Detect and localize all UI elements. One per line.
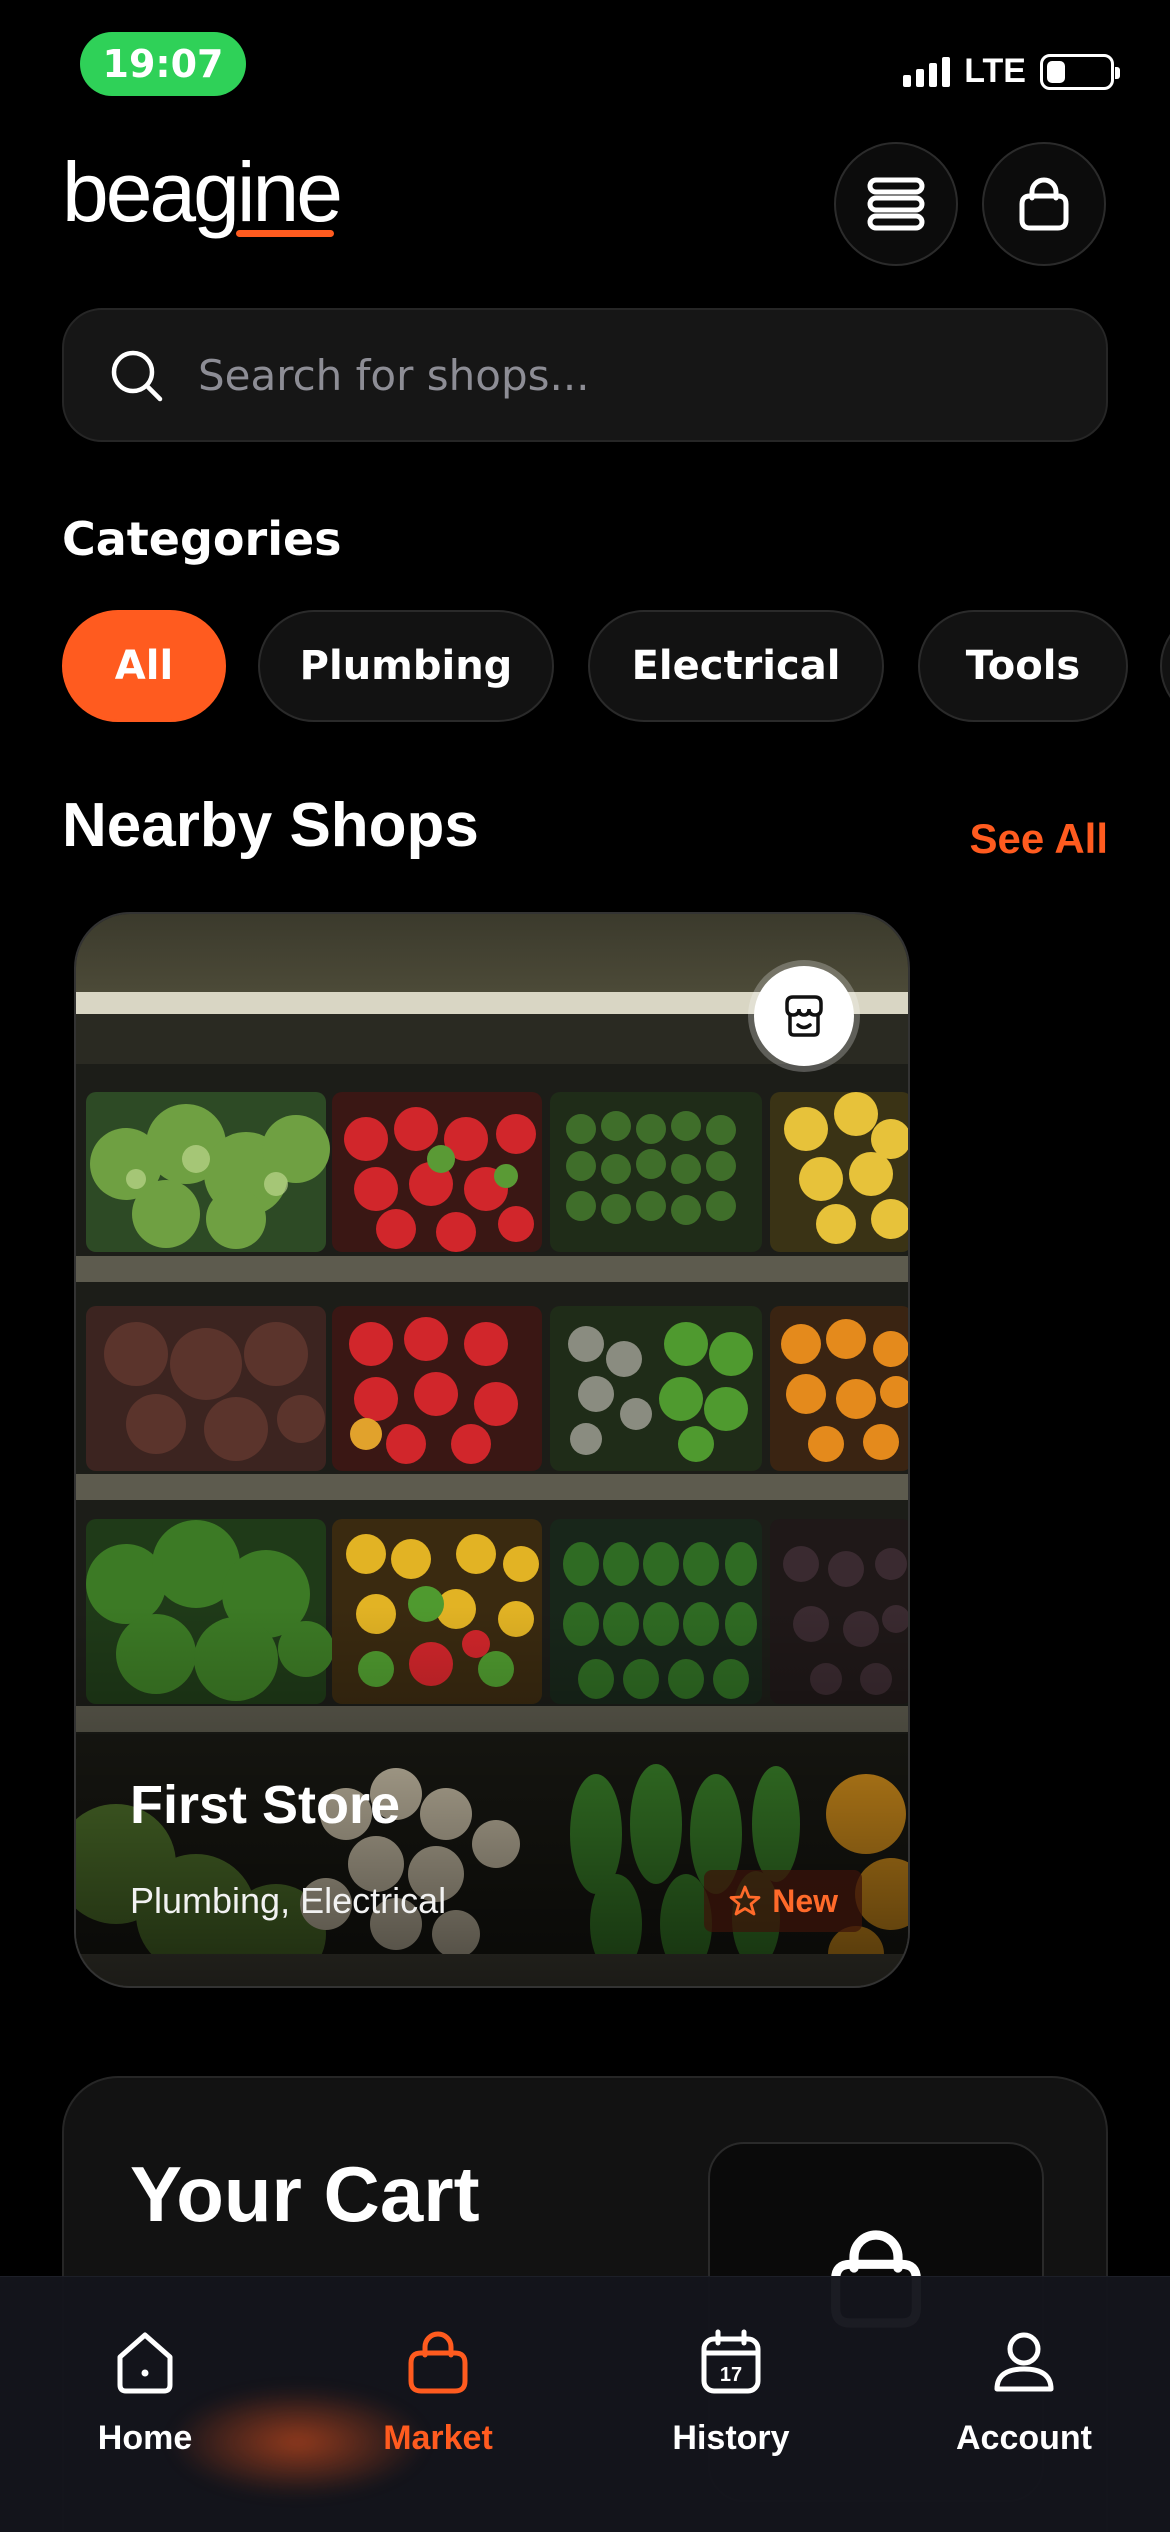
category-chip-more[interactable]: [1160, 610, 1170, 722]
nav-market-label: Market: [383, 2419, 493, 2457]
nav-history[interactable]: 17 History: [631, 2327, 831, 2458]
category-chip-tools[interactable]: Tools: [918, 610, 1128, 722]
shopping-bag-icon: [408, 2331, 468, 2394]
bottom-nav: Home Market 17 History Account: [0, 2276, 1170, 2532]
search-input[interactable]: [198, 350, 1106, 400]
nav-home[interactable]: Home: [45, 2327, 245, 2458]
store-badge: [754, 966, 854, 1066]
home-icon: [117, 2332, 173, 2394]
shopping-bag-icon: [1019, 177, 1069, 231]
cart-button[interactable]: [982, 142, 1106, 266]
category-chip-plumbing[interactable]: Plumbing: [258, 610, 554, 722]
menu-button[interactable]: [834, 142, 958, 266]
status-indicators: LTE: [903, 52, 1120, 91]
categories-title: Categories: [62, 512, 342, 566]
nav-history-label: History: [672, 2419, 790, 2457]
see-all-link[interactable]: See All: [969, 815, 1108, 863]
nav-account[interactable]: Account: [924, 2327, 1124, 2458]
shop-tags: Plumbing, Electrical: [130, 1880, 447, 1921]
battery-icon: [1040, 53, 1120, 90]
app-logo: beagine: [62, 145, 343, 239]
new-badge: New: [704, 1870, 862, 1932]
logo-underline: [236, 230, 334, 237]
nav-market[interactable]: Market: [338, 2327, 538, 2458]
shop-card[interactable]: First Store Plumbing, Electrical New: [74, 912, 910, 1988]
user-icon: [994, 2332, 1054, 2392]
category-chips: All Plumbing Electrical Tools: [62, 610, 1170, 724]
category-chip-electrical[interactable]: Electrical: [588, 610, 884, 722]
search-bar[interactable]: [62, 308, 1108, 442]
calendar-day: 17: [720, 2364, 742, 2386]
nav-home-label: Home: [97, 2419, 193, 2457]
shop-name: First Store: [130, 1775, 401, 1835]
calendar-icon: 17: [701, 2329, 761, 2394]
new-badge-label: New: [772, 1882, 838, 1919]
menu-icon: [867, 177, 925, 231]
category-chip-all[interactable]: All: [62, 610, 226, 722]
search-icon: [111, 350, 163, 402]
star-icon: [729, 1885, 761, 1916]
nearby-shops-title: Nearby Shops: [62, 791, 479, 860]
store-icon: [785, 995, 823, 1037]
signal-icon: [903, 56, 951, 87]
nav-account-label: Account: [956, 2419, 1092, 2457]
status-bar: 19:07 LTE: [0, 0, 1170, 120]
cart-title: Your Cart: [130, 2150, 480, 2238]
status-time: 19:07: [80, 32, 246, 96]
network-label: LTE: [964, 52, 1026, 90]
